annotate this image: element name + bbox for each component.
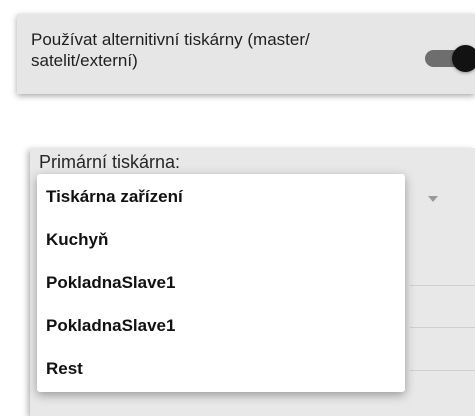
menu-item-printer[interactable]: PokladnaSlave1	[37, 261, 405, 305]
alt-printers-setting[interactable]: Používat alternitivní tiskárny (master/ …	[17, 14, 475, 94]
alt-printers-label: Používat alternitivní tiskárny (master/ …	[31, 30, 310, 70]
switch-thumb[interactable]	[452, 45, 475, 72]
menu-item-printer[interactable]: Rest	[37, 347, 405, 391]
divider	[410, 327, 475, 328]
printer-dropdown-menu: Tiskárna zařízení Kuchyň PokladnaSlave1 …	[37, 174, 405, 392]
primary-printer-label: Primární tiskárna:	[39, 152, 181, 172]
divider	[410, 285, 475, 286]
alt-printers-switch[interactable]	[425, 45, 475, 72]
chevron-down-icon[interactable]	[428, 196, 438, 202]
divider	[410, 370, 475, 371]
menu-item-printer[interactable]: Tiskárna zařízení	[37, 175, 405, 219]
menu-item-printer[interactable]: Kuchyň	[37, 218, 405, 262]
menu-item-printer[interactable]: PokladnaSlave1	[37, 304, 405, 348]
